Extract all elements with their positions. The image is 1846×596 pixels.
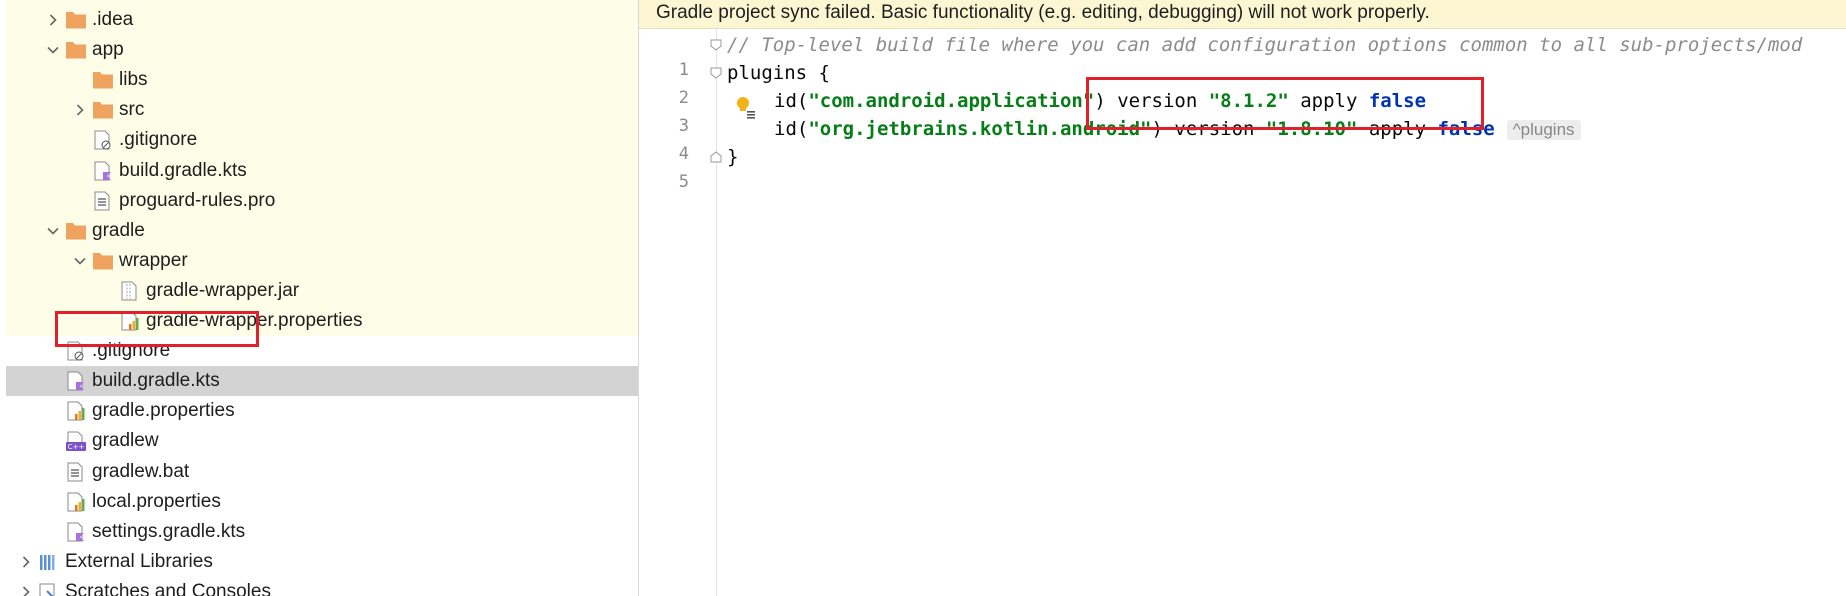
tree-item-label: settings.gradle.kts: [92, 520, 246, 542]
folder-icon: [92, 70, 114, 90]
tree-item-label: local.properties: [92, 490, 221, 512]
line-number: 3: [678, 116, 689, 136]
code-id-call: id(: [774, 118, 809, 140]
tree-item-label: libs: [119, 69, 148, 91]
tree-item-label: gradlew.bat: [92, 460, 190, 482]
text-file-icon: [92, 191, 114, 211]
folder-icon: [65, 10, 87, 30]
kotlin-script-file-icon: [92, 161, 114, 181]
tree-item-label: gradle: [92, 219, 145, 241]
scratches-icon: [38, 582, 60, 596]
editor-gutter: 1 2 3 4 5: [639, 29, 722, 596]
gitignore-file-icon: [92, 130, 114, 150]
tree-item[interactable]: Scratches and Consoles: [6, 577, 638, 596]
tree-item-label: Scratches and Consoles: [65, 580, 271, 596]
tree-item-label: wrapper: [119, 249, 188, 271]
chevron-down-icon[interactable]: [46, 43, 60, 57]
fold-start-icon[interactable]: [710, 67, 722, 79]
tree-item-label: app: [92, 39, 124, 61]
text-file-icon: [65, 462, 87, 482]
shell-script-file-icon: C++: [65, 431, 87, 452]
tree-item-label: .gitignore: [119, 129, 198, 151]
tree-item-label: gradle.properties: [92, 400, 235, 422]
tree-item-label: src: [119, 99, 145, 121]
tree-item[interactable]: src: [6, 95, 638, 125]
tree-item[interactable]: settings.gradle.kts: [6, 517, 638, 547]
sync-failed-banner: Gradle project sync failed. Basic functi…: [639, 0, 1846, 29]
line-number: 4: [678, 144, 689, 164]
line-number: 1: [678, 60, 689, 80]
tree-item[interactable]: app: [6, 35, 638, 65]
tree-item-label: build.gradle.kts: [119, 159, 247, 181]
code-string: "com.android.application": [808, 90, 1095, 112]
tree-item[interactable]: build.gradle.kts: [6, 366, 638, 397]
folder-icon: [65, 40, 87, 60]
tree-item-label: gradlew: [92, 430, 159, 452]
folder-icon: [65, 221, 87, 241]
line-number: 5: [678, 172, 689, 192]
code-line-5[interactable]: }: [727, 146, 738, 168]
tree-item[interactable]: wrapper: [6, 246, 638, 276]
code-id-call: id(: [774, 90, 809, 112]
tree-item[interactable]: gradlew.bat: [6, 457, 638, 487]
jar-file-icon: [119, 281, 141, 301]
code-comment: // Top-level build file where you can ad…: [727, 34, 1803, 56]
chevron-down-icon[interactable]: [73, 254, 87, 268]
tree-item-label: .idea: [92, 9, 134, 30]
chevron-right-icon[interactable]: [19, 585, 33, 596]
tree-item-label: build.gradle.kts: [92, 370, 220, 392]
kotlin-script-file-icon: [65, 522, 87, 542]
tree-item[interactable]: .idea: [6, 5, 638, 35]
tree-item[interactable]: gradle: [6, 216, 638, 246]
chevron-right-icon[interactable]: [46, 13, 60, 27]
tree-item-label: proguard-rules.pro: [119, 189, 276, 211]
code-brace: }: [727, 146, 739, 168]
code-line-1[interactable]: // Top-level build file where you can ad…: [727, 34, 1802, 56]
tree-item-label: External Libraries: [65, 550, 213, 572]
properties-file-icon: [65, 492, 87, 512]
chevron-right-icon[interactable]: [73, 103, 87, 117]
tree-item[interactable]: proguard-rules.pro: [6, 186, 638, 216]
code-brace: {: [807, 62, 830, 84]
sync-failed-message: Gradle project sync failed. Basic functi…: [656, 2, 1430, 23]
tree-item[interactable]: External Libraries: [6, 547, 638, 577]
fold-end-icon[interactable]: [710, 151, 722, 163]
chevron-right-icon[interactable]: [19, 555, 33, 569]
tree-item[interactable]: gradle.properties: [6, 396, 638, 426]
fold-start-icon[interactable]: [710, 39, 722, 51]
folder-icon: [92, 251, 114, 271]
tree-item[interactable]: libs: [6, 65, 638, 95]
project-tree-panel: .idea app libs src .gitignore build.gradle.kt…: [0, 0, 638, 596]
code-editor[interactable]: Gradle project sync failed. Basic functi…: [639, 0, 1846, 596]
code-plugins-keyword: plugins: [727, 62, 808, 84]
properties-file-icon: [65, 401, 87, 421]
code-line-2[interactable]: plugins {: [727, 62, 830, 84]
tree-item[interactable]: .gitignore: [6, 125, 638, 155]
highlight-box-version: [1086, 77, 1484, 130]
highlight-box-build-gradle: [55, 311, 259, 347]
tree-item[interactable]: build.gradle.kts: [6, 156, 638, 186]
lightbulb-icon[interactable]: [735, 96, 757, 120]
chevron-down-icon[interactable]: [46, 224, 60, 238]
tree-item[interactable]: local.properties: [6, 487, 638, 517]
line-number: 2: [678, 88, 689, 108]
tree-item[interactable]: gradle-wrapper.jar: [6, 276, 638, 306]
folder-icon: [92, 100, 114, 120]
tree-item[interactable]: C++ gradlew: [6, 426, 638, 456]
svg-text:C++: C++: [68, 443, 85, 451]
kotlin-script-file-icon: [65, 371, 87, 391]
tree-item-label: gradle-wrapper.jar: [146, 279, 300, 301]
code-block-hint: ^plugins: [1506, 120, 1581, 140]
libraries-icon: [38, 552, 60, 572]
